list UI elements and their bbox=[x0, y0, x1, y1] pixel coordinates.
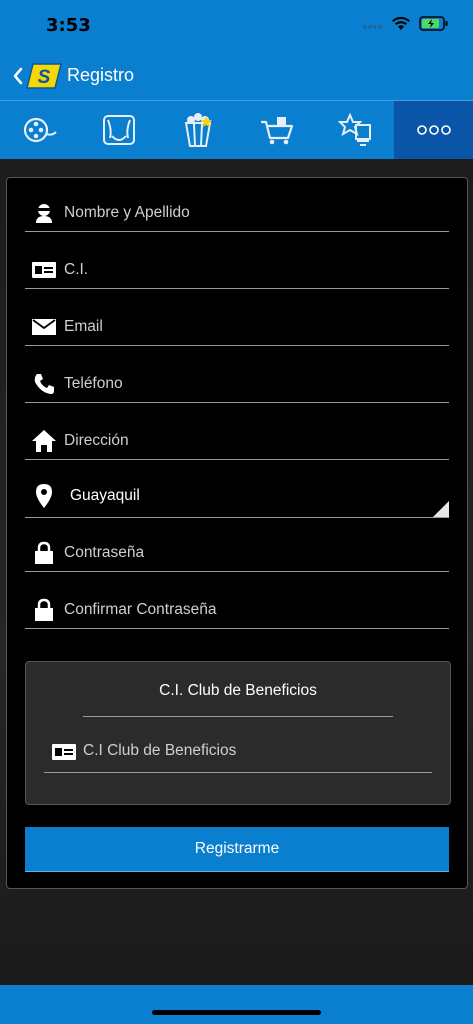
city-select[interactable]: Guayaquil bbox=[25, 476, 449, 518]
email-field[interactable]: Email bbox=[25, 305, 449, 346]
popcorn-icon bbox=[184, 113, 212, 147]
signal-icon bbox=[363, 24, 382, 29]
home-indicator[interactable] bbox=[152, 1010, 321, 1015]
lock-icon bbox=[31, 598, 57, 622]
status-icons bbox=[363, 16, 449, 31]
id-card-icon bbox=[31, 258, 57, 282]
mail-icon bbox=[31, 315, 57, 339]
tab-movies[interactable] bbox=[0, 101, 79, 159]
confirm-password-placeholder: Confirmar Contraseña bbox=[64, 601, 217, 618]
password-placeholder: Contraseña bbox=[64, 544, 145, 561]
dropdown-triangle-icon bbox=[433, 501, 449, 517]
film-reel-icon bbox=[23, 117, 57, 143]
register-button[interactable]: Registrarme bbox=[25, 827, 449, 871]
id-card-icon bbox=[52, 743, 76, 766]
club-ci-field[interactable]: C.I Club de Beneficios bbox=[44, 736, 432, 773]
tab-promotions[interactable] bbox=[316, 101, 395, 159]
benefits-club-panel: C.I. Club de Beneficios C.I Club de Bene… bbox=[25, 661, 451, 805]
status-bar: 3:53 bbox=[0, 0, 473, 50]
name-field[interactable]: Nombre y Apellido bbox=[25, 191, 449, 232]
registration-form: Nombre y Apellido C.I. Email Teléfono Di… bbox=[6, 177, 468, 889]
battery-icon bbox=[419, 16, 448, 31]
page-title: Registro bbox=[67, 65, 135, 85]
user-icon bbox=[31, 201, 57, 225]
address-field[interactable]: Dirección bbox=[25, 419, 449, 460]
navigation-bar: S Registro bbox=[0, 50, 473, 100]
password-field[interactable]: Contraseña bbox=[25, 531, 449, 572]
tab-theaters[interactable] bbox=[79, 101, 158, 159]
tab-more[interactable] bbox=[394, 101, 473, 159]
address-placeholder: Dirección bbox=[64, 432, 129, 449]
location-pin-icon bbox=[31, 484, 57, 508]
ci-placeholder: C.I. bbox=[64, 261, 89, 278]
theater-screen-icon bbox=[102, 115, 135, 145]
supercines-logo-icon: S bbox=[26, 63, 62, 89]
shopping-cart-icon bbox=[260, 117, 293, 145]
logo-letter: S bbox=[38, 67, 51, 88]
divider bbox=[83, 716, 393, 717]
name-placeholder: Nombre y Apellido bbox=[64, 204, 190, 221]
city-value: Guayaquil bbox=[70, 487, 140, 504]
ci-field[interactable]: C.I. bbox=[25, 248, 449, 289]
phone-placeholder: Teléfono bbox=[64, 375, 123, 392]
wifi-icon bbox=[392, 16, 410, 30]
tab-store[interactable] bbox=[237, 101, 316, 159]
chevron-left-icon bbox=[13, 67, 23, 85]
phone-field[interactable]: Teléfono bbox=[25, 362, 449, 403]
email-placeholder: Email bbox=[64, 318, 103, 335]
back-button[interactable]: S bbox=[12, 63, 72, 89]
home-icon bbox=[31, 429, 57, 453]
lock-icon bbox=[31, 541, 57, 565]
confirm-password-field[interactable]: Confirmar Contraseña bbox=[25, 588, 449, 629]
tab-bar bbox=[0, 100, 473, 159]
tab-snacks[interactable] bbox=[158, 101, 237, 159]
bottom-bar bbox=[0, 985, 473, 1024]
benefits-club-title: C.I. Club de Beneficios bbox=[159, 682, 317, 699]
star-promo-icon bbox=[337, 113, 371, 146]
phone-icon bbox=[31, 372, 57, 396]
more-dots-icon bbox=[416, 125, 451, 135]
status-time: 3:53 bbox=[46, 15, 91, 36]
content-area: Nombre y Apellido C.I. Email Teléfono Di… bbox=[0, 159, 473, 985]
club-ci-placeholder: C.I Club de Beneficios bbox=[83, 742, 237, 759]
